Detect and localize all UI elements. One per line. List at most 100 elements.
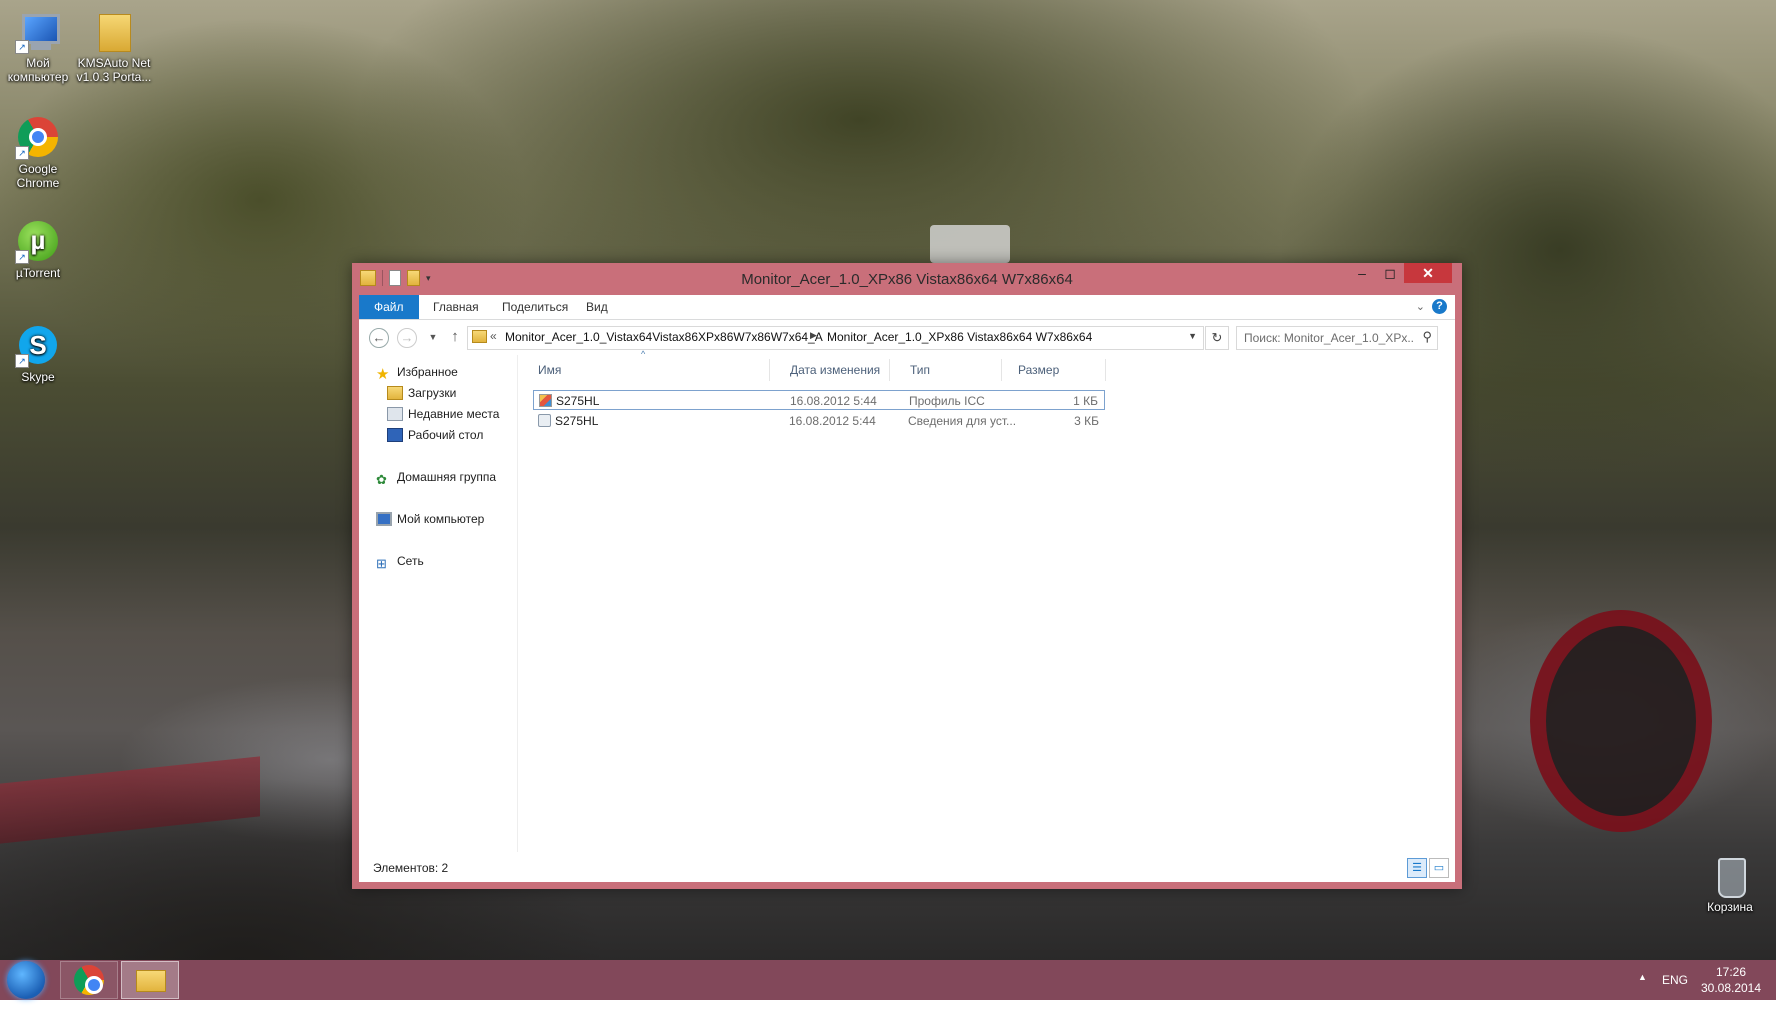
desktop-icon-skype[interactable]: S ↗ Skype (0, 322, 76, 384)
desktop-icon-kmsauto[interactable]: KMSAuto Net v1.0.3 Porta... (76, 8, 152, 84)
column-header-date[interactable]: Дата изменения (790, 355, 880, 385)
folder-icon (472, 330, 487, 343)
clock-time: 17:26 (1715, 965, 1747, 979)
column-header-name[interactable]: Имя (538, 355, 561, 385)
folder-icon (99, 14, 131, 52)
tab-share[interactable]: Поделиться (487, 295, 583, 319)
desktop-icon (387, 428, 403, 442)
file-row[interactable]: S275HL 16.08.2012 5:44 Сведения для уст.… (533, 411, 1105, 431)
up-button[interactable]: ↑ (445, 328, 465, 348)
desktop-icon-label: KMSAuto Net v1.0.3 Porta... (76, 56, 152, 84)
minimize-button[interactable]: – (1348, 263, 1376, 283)
column-header-type[interactable]: Тип (910, 355, 930, 385)
taskbar-app-chrome[interactable] (60, 961, 118, 999)
column-separator[interactable] (1001, 359, 1002, 381)
search-box[interactable]: Поиск: Monitor_Acer_1.0_XPx... ⚲ (1236, 326, 1438, 350)
refresh-button[interactable]: ↻ (1205, 326, 1229, 350)
language-indicator[interactable]: ENG (1662, 973, 1688, 1013)
nav-item-homegroup[interactable]: ✿ Домашняя группа (376, 468, 497, 487)
forward-button[interactable]: → (397, 328, 417, 348)
taskbar: ▲ ENG 17:26 30.08.2014 (0, 960, 1776, 1000)
window-client-area: Файл Главная Поделиться Вид ⌄ ? ← → ▼ ↑ … (359, 295, 1455, 882)
file-explorer-icon (136, 970, 166, 992)
file-type: Профиль ICC (909, 394, 985, 408)
breadcrumb-current[interactable]: Monitor_Acer_1.0_XPx86 Vistax86x64 W7x86… (827, 330, 1092, 344)
address-bar[interactable]: « Monitor_Acer_1.0_Vistax64Vistax86XPx86… (467, 326, 1204, 350)
nav-item-label: Сеть (397, 554, 424, 568)
show-hidden-icons-button[interactable]: ▲ (1638, 972, 1647, 1012)
title-bar[interactable]: ▾ Monitor_Acer_1.0_XPx86 Vistax86x64 W7x… (352, 263, 1462, 295)
tab-home[interactable]: Главная (418, 295, 494, 319)
chrome-icon (74, 965, 104, 995)
nav-item-computer[interactable]: Мой компьютер (376, 510, 484, 528)
shortcut-arrow-icon: ↗ (15, 40, 29, 54)
search-input[interactable]: Поиск: Monitor_Acer_1.0_XPx... (1244, 331, 1414, 345)
computer-icon (376, 512, 392, 526)
column-separator[interactable] (1105, 359, 1106, 381)
explorer-window: ▾ Monitor_Acer_1.0_XPx86 Vistax86x64 W7x… (352, 263, 1462, 889)
nav-item-label: Домашняя группа (397, 470, 497, 484)
breadcrumb-parent[interactable]: Monitor_Acer_1.0_Vistax64Vistax86XPx86W7… (505, 330, 823, 344)
clock[interactable]: 17:26 30.08.2014 (1690, 964, 1772, 1004)
file-list: ^ Имя Дата изменения Тип Размер S275HL 1… (519, 349, 1455, 852)
icc-profile-icon (539, 394, 552, 407)
shortcut-arrow-icon: ↗ (15, 250, 29, 264)
navigation-bar: ← → ▼ ↑ « Monitor_Acer_1.0_Vistax64Vista… (359, 320, 1455, 354)
nav-item-label: Мой компьютер (397, 512, 485, 526)
desktop-icon-label: µTorrent (15, 266, 61, 280)
nav-item-label: Рабочий стол (408, 428, 484, 442)
back-button[interactable]: ← (369, 328, 389, 348)
tab-view[interactable]: Вид (571, 295, 623, 319)
navigation-pane: ★ Избранное Загрузки Недавние места Рабоч… (359, 355, 518, 852)
nav-item-desktop[interactable]: Рабочий стол (387, 426, 483, 444)
item-count: Элементов: 2 (373, 861, 449, 875)
sort-ascending-icon: ^ (641, 349, 646, 359)
desktop-icon-chrome[interactable]: ↗ Google Chrome (0, 114, 76, 190)
windows-logo-icon (7, 961, 45, 999)
tab-file[interactable]: Файл (359, 295, 419, 319)
nav-item-recent-places[interactable]: Недавние места (387, 405, 499, 423)
desktop-icon-recycle-bin[interactable]: Корзина (1692, 852, 1768, 914)
details-view-button[interactable]: ☰ (1407, 858, 1427, 878)
start-button[interactable] (4, 960, 48, 1000)
homegroup-icon: ✿ (376, 472, 387, 487)
recent-locations-button[interactable]: ▼ (423, 328, 443, 348)
help-icon[interactable]: ? (1432, 299, 1447, 314)
desktop-icon-label: Мой компьютер (7, 56, 69, 84)
address-dropdown-icon[interactable]: ▼ (1188, 331, 1197, 341)
nav-item-favorites[interactable]: ★ Избранное (376, 363, 458, 383)
clock-date: 30.08.2014 (1700, 981, 1762, 995)
nav-item-label: Загрузки (408, 386, 457, 400)
column-separator[interactable] (889, 359, 890, 381)
file-size: 3 КБ (1074, 414, 1099, 428)
nav-item-downloads[interactable]: Загрузки (387, 384, 456, 402)
breadcrumb-separator-icon[interactable]: ▶ (810, 330, 817, 341)
nav-item-label: Избранное (397, 365, 458, 379)
column-separator[interactable] (769, 359, 770, 381)
star-icon: ★ (376, 366, 390, 383)
nav-item-network[interactable]: ⊞ Сеть (376, 552, 424, 571)
search-icon[interactable]: ⚲ (1422, 329, 1432, 345)
desktop-icon-utorrent[interactable]: µ ↗ µTorrent (0, 218, 76, 280)
file-date: 16.08.2012 5:44 (789, 414, 876, 428)
close-button[interactable]: ✕ (1404, 263, 1452, 283)
large-icons-view-button[interactable]: ▭ (1429, 858, 1449, 878)
maximize-button[interactable]: ◻ (1376, 263, 1404, 283)
column-header-size[interactable]: Размер (1018, 355, 1059, 385)
file-row[interactable]: S275HL 16.08.2012 5:44 Профиль ICC 1 КБ (533, 390, 1105, 410)
nav-item-label: Недавние места (408, 407, 500, 421)
breadcrumb-overflow[interactable]: « (490, 329, 497, 343)
shortcut-arrow-icon: ↗ (15, 354, 29, 368)
taskbar-app-file-explorer[interactable] (121, 961, 179, 999)
network-icon: ⊞ (376, 556, 387, 571)
file-name: S275HL (556, 394, 600, 408)
expand-ribbon-icon[interactable]: ⌄ (1416, 300, 1425, 313)
file-type: Сведения для уст... (908, 414, 1017, 428)
setup-information-icon (538, 414, 551, 427)
downloads-folder-icon (387, 386, 403, 400)
desktop-icon-label: Корзина (1707, 900, 1753, 914)
desktop-icon-label: Google Chrome (16, 162, 60, 190)
file-name: S275HL (555, 414, 599, 428)
ribbon: Файл Главная Поделиться Вид ⌄ ? (359, 295, 1455, 320)
desktop-icon-my-computer[interactable]: ↗ Мой компьютер (0, 8, 76, 84)
